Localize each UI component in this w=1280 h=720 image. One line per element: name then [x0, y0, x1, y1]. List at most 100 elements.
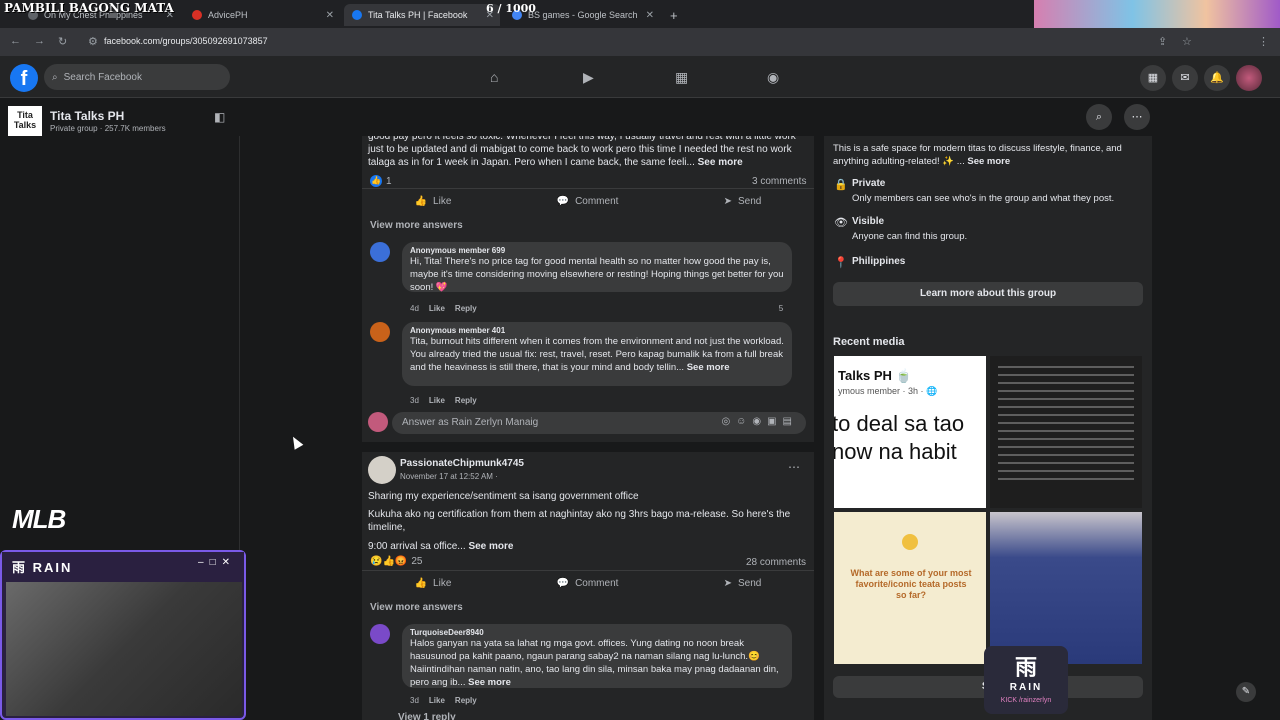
- post-line: Sharing my experience/sentiment sa isang…: [368, 491, 639, 502]
- comment-author[interactable]: Anonymous member 401: [410, 326, 784, 335]
- more-options-icon[interactable]: ⋯: [1124, 104, 1150, 130]
- video-icon[interactable]: ▶: [583, 69, 594, 86]
- comment-item: TurquoiseDeer8940 Halos ganyan na yata s…: [370, 624, 792, 705]
- comment-like[interactable]: Like: [429, 696, 445, 705]
- send-icon: ➤: [723, 196, 733, 207]
- url-field[interactable]: facebook.com/groups/305092691073857: [104, 36, 268, 46]
- send-button[interactable]: ➤ Send: [724, 196, 762, 207]
- comment-tools-icon[interactable]: ◎☺◉▣▤: [721, 416, 798, 427]
- learn-more-button[interactable]: Learn more about this group: [833, 282, 1143, 306]
- reaction-count: 25: [411, 556, 423, 567]
- visibility-desc: Anyone can find this group.: [852, 231, 968, 242]
- privacy-desc: Only members can see who's in the group …: [852, 193, 1115, 204]
- post-timestamp[interactable]: November 17 at 12:52 AM ·: [400, 472, 498, 481]
- see-more-link[interactable]: See more: [468, 677, 511, 688]
- send-button[interactable]: ➤ Send: [724, 578, 762, 589]
- reaction-summary[interactable]: 😢👍😡 25: [370, 556, 422, 567]
- comment-meta: 4d Like Reply 5: [410, 304, 783, 313]
- new-tab-button[interactable]: +: [662, 4, 682, 26]
- like-button[interactable]: 👍 Like: [415, 196, 452, 207]
- tab-tita-talks[interactable]: Tita Talks PH | Facebook ✕: [344, 4, 500, 26]
- view-more-answers[interactable]: View more answers: [370, 220, 463, 231]
- messenger-icon[interactable]: ✉: [1172, 65, 1198, 91]
- menu-grid-icon[interactable]: ▦: [1140, 65, 1166, 91]
- comments-count[interactable]: 28 comments: [746, 557, 806, 568]
- media-thumbnail[interactable]: [990, 356, 1142, 508]
- home-icon[interactable]: ⌂: [490, 69, 498, 85]
- like-reaction-icon: 👍: [370, 175, 382, 187]
- comment-time[interactable]: 4d: [410, 304, 419, 313]
- like-icon: 👍: [414, 196, 428, 207]
- comment-item: Anonymous member 401 Tita, burnout hits …: [370, 322, 792, 405]
- close-icon[interactable]: ✕: [646, 10, 654, 21]
- comment-like[interactable]: Like: [429, 304, 445, 313]
- like-button[interactable]: 👍 Like: [415, 578, 452, 589]
- site-info-icon[interactable]: ⚙: [88, 35, 98, 48]
- recent-media-heading: Recent media: [833, 336, 905, 348]
- lock-icon: 🔒: [834, 179, 848, 191]
- comment-body: Tita, burnout hits different when it com…: [410, 335, 784, 374]
- notifications-icon[interactable]: 🔔: [1204, 65, 1230, 91]
- comment-like[interactable]: Like: [429, 396, 445, 405]
- comment-author[interactable]: Anonymous member 699: [410, 246, 784, 255]
- see-more-link[interactable]: See more: [687, 362, 730, 373]
- collapse-sidebar-icon[interactable]: ◧: [214, 110, 225, 124]
- back-icon[interactable]: ←: [10, 35, 21, 47]
- comment-bubble: Anonymous member 699 Hi, Tita! There's n…: [402, 242, 792, 293]
- visibility-title: Visible: [852, 216, 885, 227]
- rain-badge: 雨 RAIN KICK /rainzerlyn: [984, 646, 1068, 714]
- media-thumbnail[interactable]: [990, 512, 1142, 664]
- comment-reply[interactable]: Reply: [455, 304, 477, 313]
- view-reply-link[interactable]: View 1 reply: [398, 712, 456, 720]
- comment-body: Halos ganyan na yata sa lahat ng mga gov…: [410, 637, 784, 689]
- group-search-icon[interactable]: ⌕: [1086, 104, 1112, 130]
- group-logo[interactable]: Tita Talks: [8, 106, 42, 136]
- comment-button[interactable]: 💬 Comment: [557, 578, 619, 589]
- forward-icon[interactable]: →: [34, 35, 45, 47]
- comment-button[interactable]: 💬 Comment: [557, 196, 619, 207]
- send-label: Send: [738, 196, 762, 207]
- see-more-link[interactable]: See more: [698, 157, 743, 168]
- view-more-answers[interactable]: View more answers: [370, 602, 463, 613]
- media-text: What are some of your most favorite/icon…: [850, 568, 972, 600]
- group-name[interactable]: Tita Talks PH: [50, 109, 124, 123]
- extension-icon[interactable]: ⇪: [1158, 35, 1167, 48]
- comment-reply[interactable]: Reply: [455, 396, 477, 405]
- comments-count[interactable]: 3 comments: [752, 176, 806, 187]
- comment-reply[interactable]: Reply: [455, 696, 477, 705]
- media-thumbnail[interactable]: What are some of your most favorite/icon…: [834, 512, 986, 664]
- post-line: 9:00 arrival sa office... See more: [368, 540, 808, 553]
- about-panel: This is a safe space for modern titas to…: [824, 136, 1152, 720]
- comment-time[interactable]: 3d: [410, 396, 419, 405]
- comment-like-count[interactable]: 5: [779, 304, 783, 313]
- comment-author[interactable]: TurquoiseDeer8940: [410, 628, 784, 637]
- tab-advice-ph[interactable]: AdvicePH ✕: [184, 4, 340, 26]
- see-more-link[interactable]: See more: [967, 156, 1010, 167]
- marketplace-icon[interactable]: ▦: [675, 69, 688, 86]
- facebook-logo[interactable]: f: [10, 64, 38, 92]
- post-options-icon[interactable]: ⋯: [788, 460, 800, 474]
- profile-avatar[interactable]: [1236, 65, 1262, 91]
- bookmark-star-icon[interactable]: ☆: [1182, 35, 1192, 48]
- search-input[interactable]: ⌕ Search Facebook: [44, 64, 230, 90]
- post-author[interactable]: PassionateChipmunk4745: [400, 458, 524, 469]
- media-text: to deal sa tao now na habit: [834, 411, 965, 464]
- emoji-icon: [902, 534, 918, 550]
- media-thumbnail[interactable]: Talks PH 🍵 ymous member · 3h · 🌐 to deal…: [834, 356, 986, 508]
- reload-icon[interactable]: ↻: [58, 35, 67, 48]
- see-more-link[interactable]: See more: [468, 541, 513, 552]
- reaction-summary[interactable]: 👍 1: [370, 175, 392, 187]
- reaction-icons: 😢👍😡: [370, 556, 408, 567]
- menu-icon[interactable]: ⋮: [1258, 35, 1269, 48]
- privacy-title: Private: [852, 178, 886, 189]
- comment-meta: 3d Like Reply: [410, 696, 477, 705]
- comment-body: Hi, Tita! There's no price tag for good …: [410, 256, 784, 293]
- edit-icon[interactable]: ✎: [1236, 682, 1256, 702]
- chipmunk-avatar-icon[interactable]: [368, 456, 396, 484]
- location: Philippines: [852, 256, 906, 267]
- close-icon[interactable]: ✕: [326, 10, 334, 21]
- answer-input[interactable]: Answer as Rain Zerlyn Manaig ◎☺◉▣▤: [392, 412, 806, 434]
- comment-icon: 💬: [556, 196, 570, 207]
- groups-icon[interactable]: ◉: [767, 69, 779, 86]
- comment-time[interactable]: 3d: [410, 696, 419, 705]
